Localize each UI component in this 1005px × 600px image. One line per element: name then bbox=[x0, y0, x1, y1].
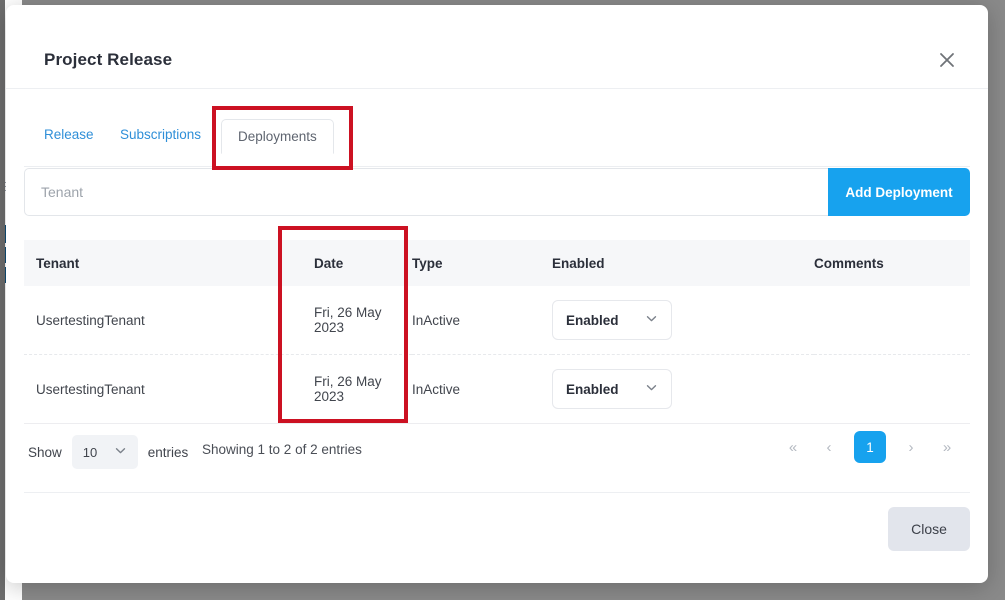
tabs-underline bbox=[24, 166, 970, 167]
pagination-prev[interactable]: ‹ bbox=[818, 436, 840, 458]
pagination: « ‹ 1 › » bbox=[782, 431, 958, 463]
add-deployment-button[interactable]: Add Deployment bbox=[828, 168, 970, 216]
cell-comments bbox=[814, 286, 970, 355]
cell-type: InActive bbox=[412, 355, 552, 424]
column-header-enabled[interactable]: Enabled bbox=[552, 240, 814, 286]
table-row: UsertestingTenant Fri, 26 May 2023 InAct… bbox=[24, 286, 970, 355]
tab-deployments[interactable]: Deployments bbox=[221, 119, 334, 154]
show-label: Show bbox=[28, 445, 62, 460]
cell-enabled: Enabled bbox=[552, 286, 814, 355]
entries-select-value: 10 bbox=[83, 445, 97, 460]
cell-type: InActive bbox=[412, 286, 552, 355]
showing-entries-info: Showing 1 to 2 of 2 entries bbox=[202, 442, 362, 457]
enabled-dropdown[interactable]: Enabled bbox=[552, 300, 672, 340]
column-header-date[interactable]: Date bbox=[314, 240, 412, 286]
tab-release[interactable]: Release bbox=[34, 119, 104, 150]
chevron-down-icon bbox=[645, 381, 658, 397]
cell-tenant: UsertestingTenant bbox=[24, 355, 314, 424]
cell-enabled: Enabled bbox=[552, 355, 814, 424]
cell-date: Fri, 26 May 2023 bbox=[314, 286, 412, 355]
tab-subscriptions[interactable]: Subscriptions bbox=[110, 119, 211, 150]
column-header-type[interactable]: Type bbox=[412, 240, 552, 286]
chevron-down-icon bbox=[645, 312, 658, 328]
column-header-comments[interactable]: Comments bbox=[814, 240, 970, 286]
background-sidebar bbox=[0, 0, 5, 600]
column-header-tenant[interactable]: Tenant bbox=[24, 240, 314, 286]
table-row: UsertestingTenant Fri, 26 May 2023 InAct… bbox=[24, 355, 970, 424]
pagination-page-1[interactable]: 1 bbox=[854, 431, 886, 463]
entries-control: Show 10 entries bbox=[28, 435, 188, 469]
cell-date: Fri, 26 May 2023 bbox=[314, 355, 412, 424]
chevron-down-icon bbox=[114, 444, 127, 460]
table-header-row: Tenant Date Type Enabled Comments bbox=[24, 240, 970, 286]
footer-divider bbox=[24, 492, 970, 493]
modal-tabs: Release Subscriptions Deployments bbox=[6, 113, 988, 163]
pagination-first[interactable]: « bbox=[782, 436, 804, 458]
close-icon[interactable] bbox=[932, 45, 962, 75]
entries-label: entries bbox=[148, 445, 189, 460]
enabled-dropdown-value: Enabled bbox=[566, 382, 619, 397]
modal-header: Project Release bbox=[6, 5, 988, 89]
pagination-last[interactable]: » bbox=[936, 436, 958, 458]
page-title: Project Release bbox=[44, 50, 172, 70]
deployments-table: Tenant Date Type Enabled Comments Userte… bbox=[24, 240, 970, 424]
cell-tenant: UsertestingTenant bbox=[24, 286, 314, 355]
cell-comments bbox=[814, 355, 970, 424]
table-footer: Show 10 entries Showing 1 to 2 of 2 entr… bbox=[24, 423, 970, 475]
enabled-dropdown[interactable]: Enabled bbox=[552, 369, 672, 409]
project-release-modal: Project Release Release Subscriptions De… bbox=[6, 5, 988, 583]
entries-per-page-select[interactable]: 10 bbox=[72, 435, 138, 469]
enabled-dropdown-value: Enabled bbox=[566, 313, 619, 328]
pagination-next[interactable]: › bbox=[900, 436, 922, 458]
add-deployment-row: Add Deployment bbox=[24, 168, 970, 216]
close-button[interactable]: Close bbox=[888, 507, 970, 551]
tenant-input[interactable] bbox=[24, 168, 828, 216]
